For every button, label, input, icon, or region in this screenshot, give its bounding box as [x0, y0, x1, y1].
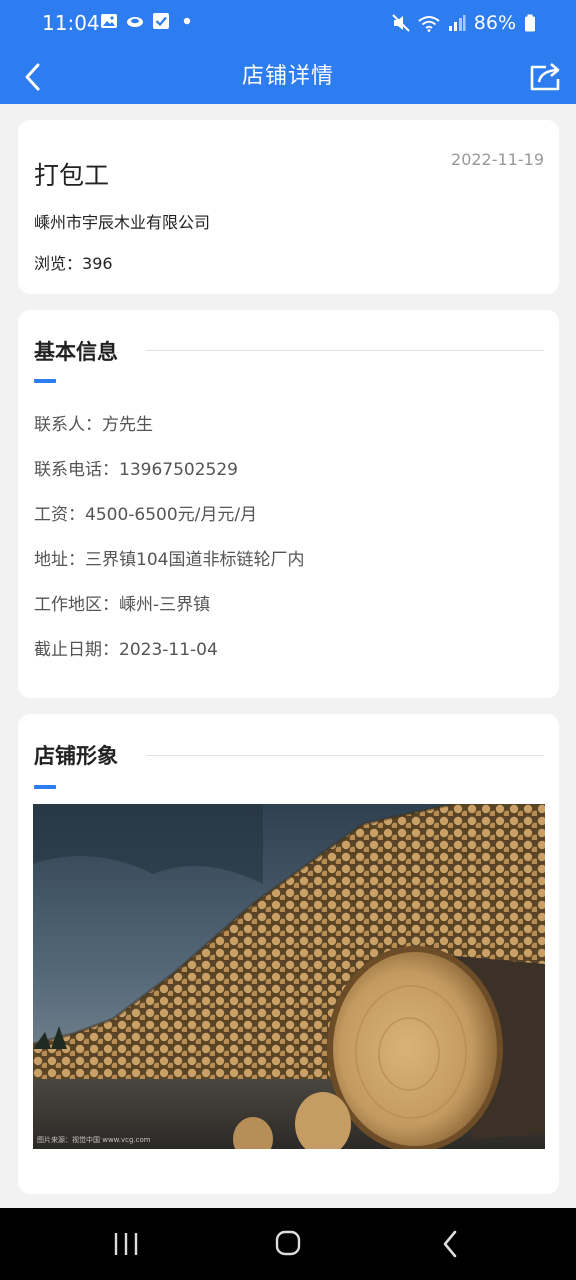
- share-icon: [530, 63, 560, 91]
- info-row-deadline: 截止日期：2023-11-04: [34, 635, 218, 660]
- info-value: 三界镇104国道非标链轮厂内: [85, 550, 305, 570]
- back-arrow-icon: [443, 1230, 457, 1258]
- basic-info-card: 基本信息 联系人：方先生 联系电话：13967502529 工资：4500-65…: [18, 310, 559, 698]
- info-row-work-area: 工作地区：嵊州-三界镇: [34, 590, 210, 615]
- info-value: 嵊州-三界镇: [119, 595, 211, 615]
- status-system-icons: 86%: [392, 12, 536, 34]
- mute-icon: [392, 14, 410, 32]
- dot-icon: [183, 17, 191, 25]
- section-accent-bar: [34, 785, 56, 789]
- info-label: 联系人：: [34, 415, 102, 435]
- status-notification-icons: [100, 12, 196, 30]
- section-accent-bar: [34, 379, 56, 383]
- info-row-address: 地址：三界镇104国道非标链轮厂内: [34, 545, 304, 570]
- job-summary-card: 打包工 2022-11-19 嵊州市宇辰木业有限公司 浏览：396: [18, 120, 559, 294]
- gallery-icon: [101, 14, 117, 28]
- home-icon: [275, 1230, 301, 1256]
- cloud-app-icon: [127, 17, 143, 27]
- status-time: 11:04: [42, 11, 100, 35]
- status-bar: 11:04 86%: [0, 0, 576, 48]
- recent-apps-button[interactable]: [106, 1226, 146, 1262]
- section-divider: [146, 350, 544, 351]
- info-value: 2023-11-04: [119, 640, 218, 660]
- info-label: 截止日期：: [34, 640, 119, 660]
- home-button[interactable]: [268, 1226, 308, 1262]
- system-navigation-bar: [0, 1208, 576, 1280]
- signal-icon: [448, 15, 466, 31]
- info-value: 方先生: [102, 415, 153, 435]
- info-label: 联系电话：: [34, 460, 119, 480]
- log-pile-image: [33, 804, 545, 1149]
- recent-apps-icon: [114, 1233, 138, 1255]
- page-title: 店铺详情: [241, 64, 334, 89]
- view-count-value: 396: [82, 254, 113, 273]
- checkbox-app-icon: [153, 13, 169, 29]
- wifi-icon: [418, 16, 440, 32]
- app-header-background: 11:04 86% 店铺详情: [0, 0, 576, 104]
- app-header: 店铺详情: [0, 48, 576, 104]
- info-row-contact: 联系人：方先生: [34, 410, 153, 435]
- info-label: 工资：: [34, 505, 85, 525]
- section-title-store-image: 店铺形象: [34, 744, 118, 768]
- battery-percentage: 86%: [473, 12, 516, 34]
- info-label: 地址：: [34, 550, 85, 570]
- post-date: 2022-11-19: [451, 150, 544, 169]
- section-divider: [146, 755, 544, 756]
- info-value: 4500-6500元/月元/月: [85, 505, 258, 525]
- job-title: 打包工: [34, 161, 110, 190]
- info-row-phone[interactable]: 联系电话：13967502529: [34, 455, 238, 480]
- info-label: 工作地区：: [34, 595, 119, 615]
- system-back-button[interactable]: [430, 1226, 470, 1262]
- company-name: 嵊州市宇辰木业有限公司: [34, 213, 211, 232]
- battery-icon: [525, 14, 535, 32]
- store-image-card: 店铺形象 图片来源：视觉中国 www.vcg.com: [18, 714, 559, 1194]
- image-watermark: 图片来源：视觉中国 www.vcg.com: [37, 1136, 151, 1144]
- store-photo[interactable]: 图片来源：视觉中国 www.vcg.com: [33, 804, 545, 1149]
- share-button[interactable]: [524, 54, 564, 98]
- info-row-salary: 工资：4500-6500元/月元/月: [34, 500, 257, 525]
- view-count: 浏览：396: [34, 250, 113, 274]
- section-title-basic-info: 基本信息: [34, 340, 118, 364]
- view-count-label: 浏览：: [34, 254, 83, 273]
- phone-number[interactable]: 13967502529: [119, 460, 238, 480]
